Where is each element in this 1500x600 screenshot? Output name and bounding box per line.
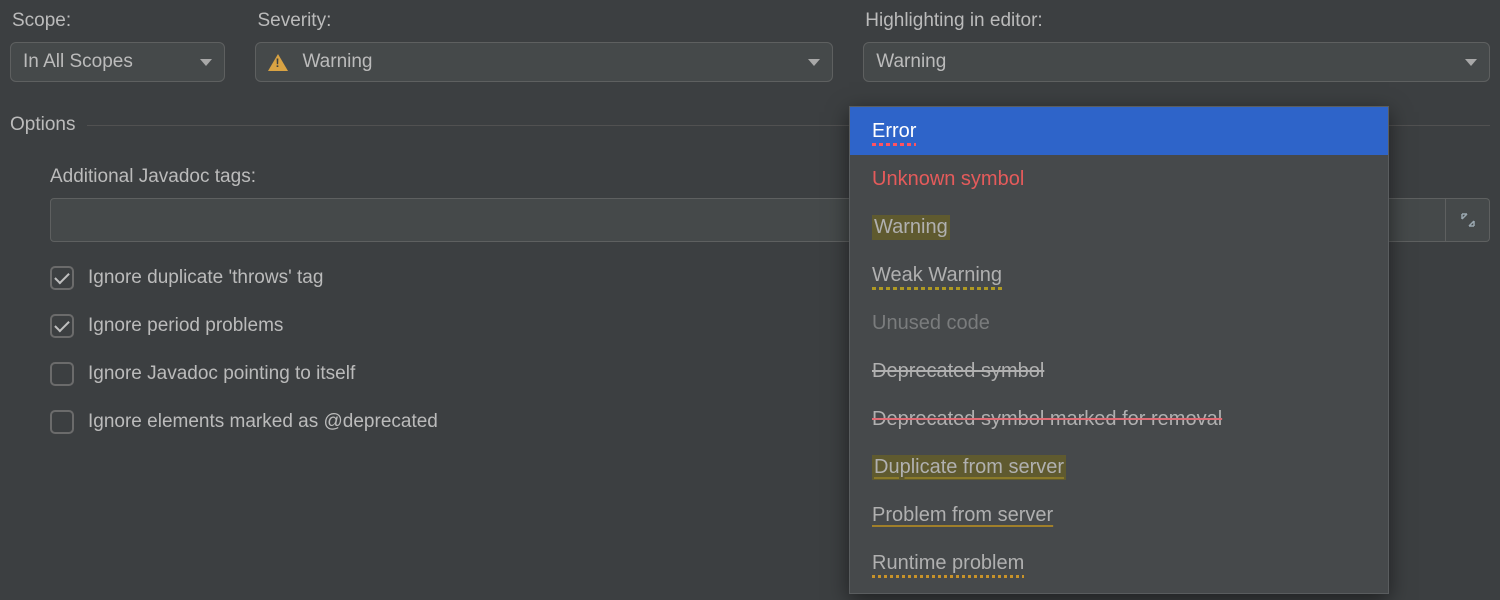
highlighting-option-label: Unused code [872,312,990,335]
checkbox[interactable] [50,266,74,290]
chevron-down-icon [200,59,212,66]
checkbox-label: Ignore Javadoc pointing to itself [88,363,355,385]
highlighting-option-label: Deprecated symbol marked for removal [872,408,1222,431]
expand-icon [1460,212,1476,228]
highlighting-option-label: Runtime problem [872,552,1024,575]
highlighting-option[interactable]: Unknown symbol [850,155,1388,203]
highlighting-option[interactable]: Unused code [850,299,1388,347]
highlighting-option-label: Error [872,120,916,143]
checkbox[interactable] [50,362,74,386]
checkbox-label: Ignore duplicate 'throws' tag [88,267,323,289]
severity-combo[interactable]: Warning [255,42,833,82]
highlighting-dropdown: Error Unknown symbol Warning Weak Warning Un… [849,106,1389,594]
scope-label: Scope: [12,10,225,32]
highlighting-option[interactable]: Problem from server [850,491,1388,539]
warning-icon [268,54,288,71]
highlighting-option[interactable]: Runtime problem [850,539,1388,587]
highlighting-option[interactable]: Duplicate from server [850,443,1388,491]
checkbox-label: Ignore elements marked as @deprecated [88,411,438,433]
highlighting-option-label: Duplicate from server [872,455,1066,480]
severity-value: Warning [302,51,372,73]
highlighting-option[interactable]: Error [850,107,1388,155]
highlighting-option-label: Problem from server [872,504,1053,527]
highlighting-option[interactable]: Weak Warning [850,251,1388,299]
severity-label: Severity: [257,10,833,32]
highlighting-label: Highlighting in editor: [865,10,1490,32]
checkbox[interactable] [50,314,74,338]
scope-combo[interactable]: In All Scopes [10,42,225,82]
checkbox[interactable] [50,410,74,434]
highlighting-value: Warning [876,51,946,73]
highlighting-combo[interactable]: Warning [863,42,1490,82]
scope-value: In All Scopes [23,51,133,73]
options-title: Options [10,114,75,136]
highlighting-option-label: Weak Warning [872,264,1002,287]
chevron-down-icon [1465,59,1477,66]
highlighting-option-label: Unknown symbol [872,168,1024,191]
highlighting-option-label: Deprecated symbol [872,360,1044,383]
chevron-down-icon [808,59,820,66]
highlighting-option[interactable]: Warning [850,203,1388,251]
highlighting-option[interactable]: Deprecated symbol [850,347,1388,395]
checkbox-label: Ignore period problems [88,315,283,337]
expand-button[interactable] [1446,198,1490,242]
highlighting-option-label: Warning [872,215,950,240]
highlighting-option[interactable]: Deprecated symbol marked for removal [850,395,1388,443]
